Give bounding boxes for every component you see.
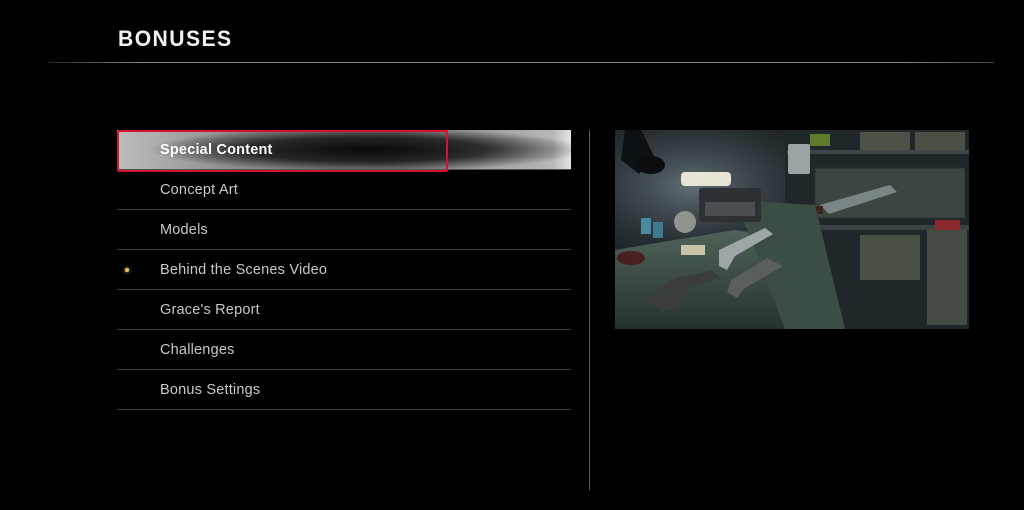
menu-item-label: Behind the Scenes Video bbox=[160, 262, 328, 278]
menu-item-concept-art[interactable]: Concept Art bbox=[117, 170, 571, 210]
preview-illustration bbox=[615, 130, 969, 329]
page-title: BONUSES bbox=[118, 26, 233, 51]
menu-item-special-content[interactable]: Special Content bbox=[117, 130, 571, 172]
menu-item-label: Special Content bbox=[160, 142, 273, 158]
menu-item-label: Bonus Settings bbox=[160, 382, 261, 398]
menu-item-label: Challenges bbox=[160, 342, 235, 358]
menu-item-behind-the-scenes-video[interactable]: Behind the Scenes Video bbox=[117, 250, 571, 290]
new-indicator-icon bbox=[125, 268, 129, 272]
header-divider bbox=[48, 62, 994, 63]
menu-item-label: Grace's Report bbox=[160, 302, 260, 318]
menu-item-label: Models bbox=[160, 222, 208, 238]
panel-divider bbox=[589, 130, 590, 490]
menu-item-bonus-settings[interactable]: Bonus Settings bbox=[117, 370, 571, 410]
bonus-menu: Special Content Concept Art Models Behin… bbox=[117, 130, 571, 410]
menu-item-graces-report[interactable]: Grace's Report bbox=[117, 290, 571, 330]
menu-item-challenges[interactable]: Challenges bbox=[117, 330, 571, 370]
preview-image bbox=[615, 130, 969, 329]
menu-item-models[interactable]: Models bbox=[117, 210, 571, 250]
menu-item-label: Concept Art bbox=[160, 182, 238, 198]
